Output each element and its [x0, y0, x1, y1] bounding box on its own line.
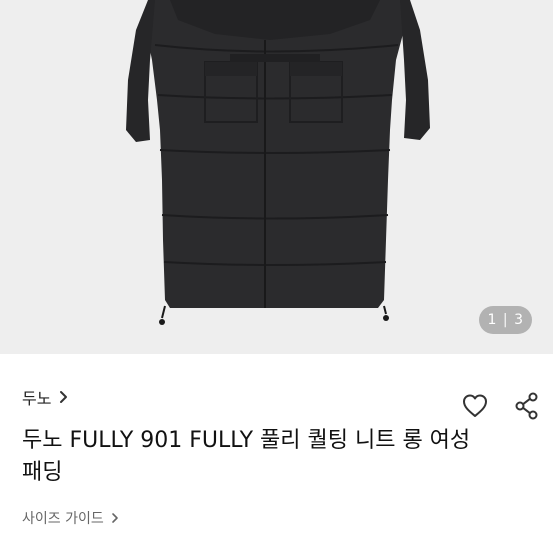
image-page-indicator: 1 | 3	[479, 306, 532, 334]
size-guide-link[interactable]: 사이즈 가이드	[22, 508, 119, 528]
brand-name: 두노	[22, 389, 52, 408]
product-title: 두노 FULLY 901 FULLY 풀리 퀄팅 니트 롱 여성 패딩	[22, 428, 471, 485]
brand-link[interactable]: 두노	[22, 385, 69, 409]
product-actions	[460, 391, 542, 421]
chevron-right-icon	[111, 513, 118, 523]
current-page: 1	[487, 312, 497, 328]
total-pages: 3	[514, 312, 524, 328]
chevron-right-icon	[60, 391, 68, 403]
heart-outline-icon[interactable]	[460, 391, 490, 421]
page-separator: |	[502, 312, 509, 328]
product-image-gallery[interactable]: 1 | 3	[0, 0, 553, 354]
size-guide-label: 사이즈 가이드	[22, 511, 104, 527]
product-photo	[126, 0, 430, 325]
share-icon[interactable]	[512, 391, 542, 421]
